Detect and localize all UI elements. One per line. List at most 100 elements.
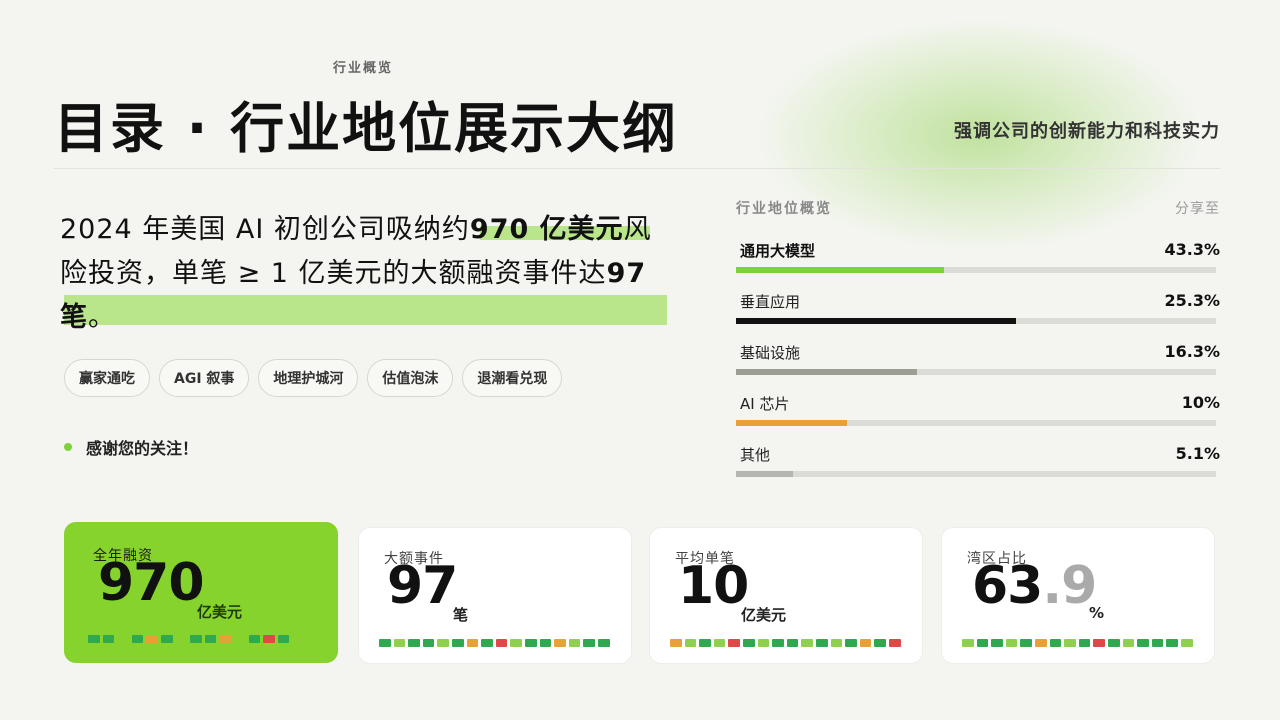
stat-number: 10 [678, 556, 749, 616]
progress-fill [736, 471, 793, 477]
status-segment [786, 639, 799, 647]
status-segment [699, 639, 711, 647]
status-segment [1122, 639, 1135, 647]
stat-card-bay-area-share: 湾区占比 63.9 % [941, 527, 1215, 664]
progress-track [736, 471, 1216, 477]
status-segment [190, 635, 202, 643]
status-segment [874, 639, 886, 647]
status-segment [962, 639, 974, 647]
stat-number: 97 [387, 556, 458, 616]
progress-track [736, 318, 1216, 324]
progress-fill [736, 420, 847, 426]
status-strip [88, 635, 290, 643]
tag-chip[interactable]: 赢家通吃 [64, 359, 150, 397]
status-segment [117, 635, 129, 643]
tag-list: 赢家通吃 AGI 叙事 地理护城河 估值泡沫 退潮看兑现 [64, 359, 563, 397]
page-subtitle: 强调公司的创新能力和科技实力 [954, 121, 1220, 142]
status-segment [583, 639, 595, 647]
status-strip [379, 639, 610, 647]
status-segment [815, 639, 828, 647]
stat-card-large-deals: 大额事件 97 笔 [358, 527, 632, 664]
status-segment [495, 639, 508, 647]
status-segment [408, 639, 420, 647]
status-segment [437, 639, 449, 647]
progress-track [736, 420, 1216, 426]
status-segment [772, 639, 784, 647]
closing-note: 感谢您的关注！ [64, 435, 198, 459]
status-segment [379, 639, 391, 647]
progress-fill [736, 267, 944, 273]
status-segment [277, 635, 290, 643]
lead-emphasis: 970 亿美元 [469, 214, 624, 245]
status-segment [1049, 639, 1062, 647]
closing-note-text: 感谢您的关注！ [86, 439, 199, 458]
status-segment [742, 639, 755, 647]
status-segment [1180, 639, 1193, 647]
tag-chip[interactable]: 地理护城河 [258, 359, 359, 397]
share-row-label: 其他 [740, 446, 771, 464]
status-segment [1151, 639, 1164, 647]
bullet-dot-icon [64, 443, 72, 451]
lead-line: 险投资，单笔 ≥ 1 亿美元的大额融资事件达97 [60, 258, 647, 289]
status-segment [422, 639, 435, 647]
stat-unit: % [1089, 604, 1105, 622]
share-link[interactable]: 分享至 [1175, 198, 1220, 228]
status-segment [160, 635, 173, 643]
status-segment [713, 639, 726, 647]
status-segment [670, 639, 682, 647]
share-row-value: 25.3% [1164, 291, 1220, 310]
share-row: 基础设施 16.3% [736, 330, 1220, 381]
share-rows: 通用大模型 43.3% 垂直应用 25.3% 基础设施 16.3% AI 芯片 10% 其他 5.… [736, 228, 1220, 483]
status-segment [466, 639, 479, 647]
lead-line: 2024 年美国 AI 初创公司吸纳约970 亿美元风 [60, 214, 652, 245]
status-segment [859, 639, 872, 647]
share-row: 其他 5.1% [736, 432, 1220, 483]
tag-chip[interactable]: 退潮看兑现 [462, 359, 563, 397]
status-segment [801, 639, 813, 647]
status-segment [1005, 639, 1018, 647]
status-segment [263, 635, 275, 643]
share-row: 通用大模型 43.3% [736, 228, 1220, 279]
tag-chip[interactable]: 估值泡沫 [367, 359, 454, 397]
share-row: AI 芯片 10% [736, 381, 1220, 432]
status-strip [962, 639, 1193, 647]
status-segment [728, 639, 740, 647]
status-segment [554, 639, 566, 647]
page-title: 目录 · 行业地位展示大纲 [54, 97, 679, 160]
status-segment [1078, 639, 1091, 647]
status-segment [568, 639, 581, 647]
share-row-value: 16.3% [1164, 342, 1220, 361]
status-segment [1107, 639, 1120, 647]
status-segment [684, 639, 697, 647]
status-segment [1020, 639, 1032, 647]
lead-line: 笔。 [60, 302, 116, 333]
status-segment [597, 639, 610, 647]
share-row-value: 5.1% [1175, 444, 1220, 463]
header-divider [54, 168, 1220, 169]
industry-position-panel: 行业地位概览 分享至 通用大模型 43.3% 垂直应用 25.3% 基础设施 16.3% A… [736, 198, 1220, 483]
stat-number: 63.9 [972, 556, 1097, 616]
status-segment [204, 635, 217, 643]
stat-unit: 亿美元 [197, 603, 243, 621]
status-segment [1137, 639, 1149, 647]
share-row: 垂直应用 25.3% [736, 279, 1220, 330]
share-row-value: 10% [1181, 393, 1220, 412]
section-kicker: 行业概览 [333, 61, 394, 76]
status-segment [1093, 639, 1105, 647]
tag-chip[interactable]: AGI 叙事 [159, 359, 250, 397]
status-segment [88, 635, 100, 643]
share-row-label: 通用大模型 [740, 242, 816, 260]
status-segment [102, 635, 115, 643]
status-segment [393, 639, 406, 647]
status-segment [131, 635, 144, 643]
panel-header: 行业地位概览 分享至 [736, 198, 1220, 228]
progress-fill [736, 369, 917, 375]
stat-number: 970 [98, 553, 205, 613]
progress-fill [736, 318, 1016, 324]
progress-track [736, 267, 1216, 273]
stat-card-average-deal: 平均单笔 10 亿美元 [649, 527, 923, 664]
stat-card-funding: 全年融资 970 亿美元 [64, 522, 338, 663]
share-row-label: 垂直应用 [740, 293, 801, 311]
lead-emphasis: 笔 [60, 302, 88, 333]
status-segment [176, 635, 188, 643]
